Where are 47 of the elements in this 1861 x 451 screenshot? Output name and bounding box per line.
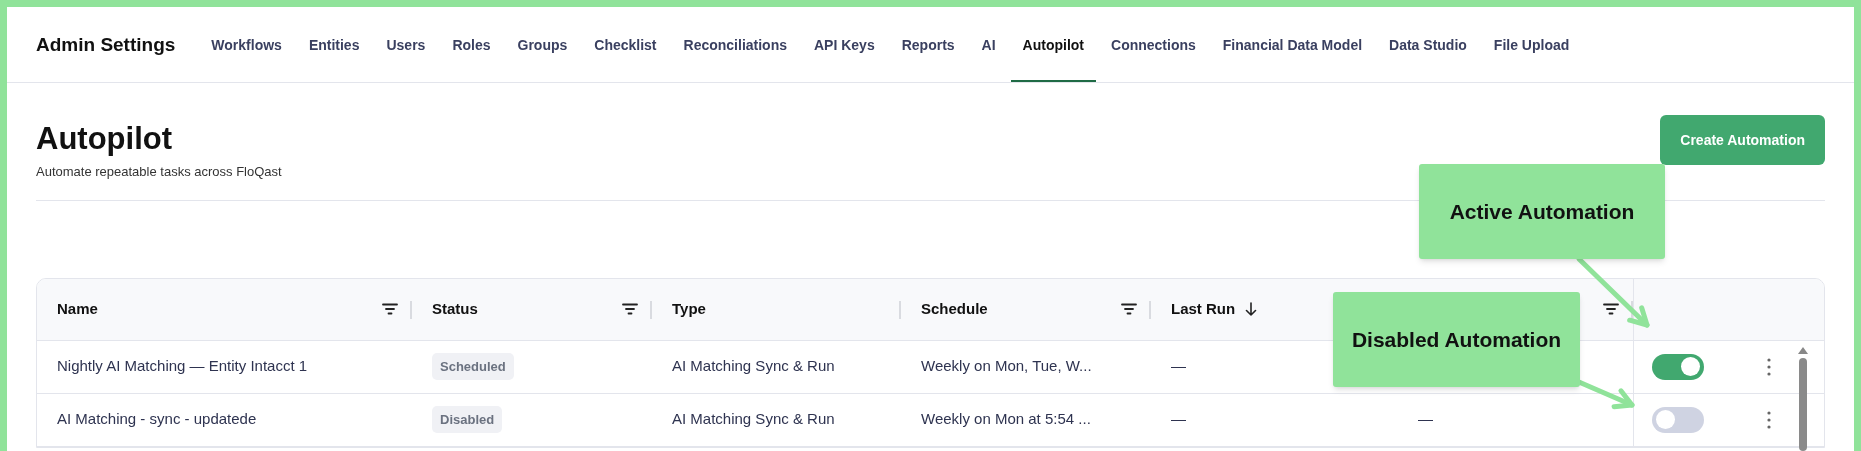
nav-tab[interactable]: Autopilot	[1010, 33, 1097, 82]
nav-tab[interactable]: Reports	[889, 33, 967, 82]
scrollbar[interactable]	[1798, 347, 1808, 451]
section-subtitle: Automate repeatable tasks across FloQast	[36, 163, 282, 181]
table-cell-text: —	[1418, 409, 1433, 430]
callout-label: Disabled Automation	[1333, 292, 1580, 387]
scroll-up-icon[interactable]	[1798, 347, 1808, 354]
schedule-text: Weekly on Mon at 5:54 ...	[921, 409, 1091, 430]
nav-tab[interactable]: Entities	[296, 33, 372, 82]
filter-icon[interactable]	[622, 303, 638, 315]
nav-tab[interactable]: Users	[374, 33, 438, 82]
automation-name: Nightly AI Matching — Entity Intacct 1	[57, 356, 308, 377]
nav-tab[interactable]: Checklist	[582, 33, 669, 82]
column-header: Status	[432, 298, 478, 319]
nav-tab[interactable]: Roles	[440, 33, 503, 82]
status-badge: Scheduled	[432, 352, 514, 381]
toggle-switch[interactable]	[1652, 406, 1704, 433]
last-run-text: —	[1171, 356, 1186, 377]
more-options-icon[interactable]	[1767, 357, 1771, 376]
column-header: Schedule	[921, 298, 988, 319]
column-header: Type	[672, 298, 706, 319]
nav-tab[interactable]: API Keys	[802, 33, 887, 82]
status-badge: Disabled	[432, 405, 503, 434]
nav-tab[interactable]: Reconciliations	[671, 33, 799, 82]
filter-icon[interactable]	[1121, 303, 1137, 315]
toggle-switch[interactable]	[1652, 353, 1704, 380]
nav-tab[interactable]: Data Studio	[1377, 33, 1479, 82]
nav-tab[interactable]: Workflows	[199, 33, 294, 82]
filter-icon[interactable]	[1603, 303, 1619, 315]
sort-down-icon[interactable]	[1245, 302, 1258, 316]
page-title: Admin Settings	[36, 32, 176, 57]
nav-tab[interactable]: File Upload	[1481, 33, 1582, 82]
column-header: Name	[57, 298, 98, 319]
callout-label: Active Automation	[1419, 164, 1665, 259]
automation-type: AI Matching Sync & Run	[672, 409, 835, 430]
automation-name: AI Matching - sync - updatede	[57, 409, 257, 430]
more-options-icon[interactable]	[1767, 410, 1771, 429]
column-header: Last Run	[1171, 298, 1236, 319]
schedule-text: Weekly on Mon, Tue, W...	[921, 356, 1092, 377]
nav-tab[interactable]: AI	[969, 33, 1008, 82]
last-run-text: —	[1171, 409, 1186, 430]
filter-icon[interactable]	[382, 303, 398, 315]
automation-type: AI Matching Sync & Run	[672, 356, 835, 377]
nav-tab[interactable]: Connections	[1099, 33, 1208, 82]
nav-tab[interactable]: Financial Data Model	[1210, 33, 1375, 82]
section-title: Autopilot	[36, 120, 173, 158]
nav-tab[interactable]: Groups	[505, 33, 580, 82]
